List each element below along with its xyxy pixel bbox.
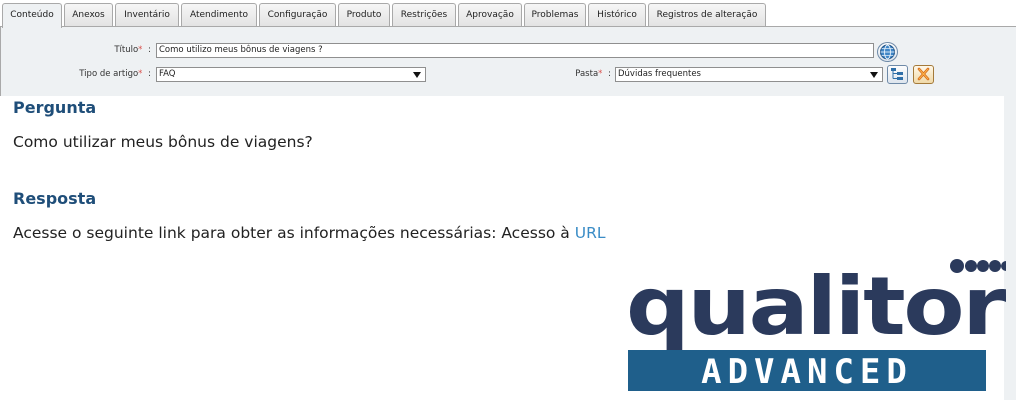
tab-aprovacao[interactable]: Aprovação (458, 3, 522, 27)
tab-registros-de-alteracao[interactable]: Registros de alteração (648, 3, 766, 27)
tipo-label: Tipo de artigo (79, 69, 139, 79)
logo-brand-text: qualitor (626, 260, 1006, 353)
tipo-select[interactable]: FAQ (156, 67, 426, 82)
separator: : (148, 45, 151, 55)
chevron-down-icon (870, 72, 878, 78)
resposta-text: Acesse o seguinte link para obter as inf… (13, 224, 575, 242)
resposta-paragraph: Acesse o seguinte link para obter as inf… (13, 224, 606, 242)
titulo-input[interactable]: Como utilizo meus bônus de viagens ? (156, 43, 874, 58)
chevron-down-icon (413, 72, 421, 78)
tab-problemas[interactable]: Problemas (524, 3, 586, 27)
pasta-select-value: Dúvidas frequentes (618, 69, 701, 79)
pasta-label-group: Pasta* : (541, 69, 611, 79)
separator: : (148, 69, 151, 79)
required-mark: * (598, 69, 603, 79)
tipo-label-group: Tipo de artigo* : (41, 69, 151, 79)
tab-atendimento[interactable]: Atendimento (181, 3, 257, 27)
logo-tagline-text: ADVANCED (701, 352, 913, 392)
pergunta-heading: Pergunta (13, 98, 97, 117)
tab-anexos[interactable]: Anexos (64, 3, 113, 27)
tab-historico[interactable]: Histórico (588, 3, 646, 27)
article-form: Título* : Como utilizo meus bônus de via… (0, 26, 1016, 96)
required-mark: * (138, 69, 143, 79)
folder-tree-icon[interactable] (887, 65, 908, 84)
tab-produto[interactable]: Produto (338, 3, 390, 27)
clear-icon[interactable] (913, 65, 934, 84)
titulo-label: Título (114, 45, 139, 55)
tab-configuracao[interactable]: Configuração (259, 3, 336, 27)
url-link[interactable]: URL (575, 224, 606, 242)
tab-restricoes[interactable]: Restrições (392, 3, 456, 27)
tipo-select-value: FAQ (159, 69, 176, 79)
tab-conteudo[interactable]: Conteúdo (2, 3, 62, 28)
separator: : (608, 69, 611, 79)
resposta-heading: Resposta (13, 189, 97, 208)
titulo-label-group: Título* : (61, 45, 151, 55)
pasta-label: Pasta (575, 69, 599, 79)
tab-inventario[interactable]: Inventário (115, 3, 179, 27)
pasta-select[interactable]: Dúvidas frequentes (615, 67, 883, 82)
pergunta-text: Como utilizar meus bônus de viagens? (13, 133, 313, 151)
tab-bar: Conteúdo Anexos Inventário Atendimento C… (0, 0, 1016, 28)
required-mark: * (138, 45, 143, 55)
qualitor-advanced-logo: qualitor ADVANCED (626, 256, 1011, 392)
globe-icon[interactable] (877, 42, 898, 62)
